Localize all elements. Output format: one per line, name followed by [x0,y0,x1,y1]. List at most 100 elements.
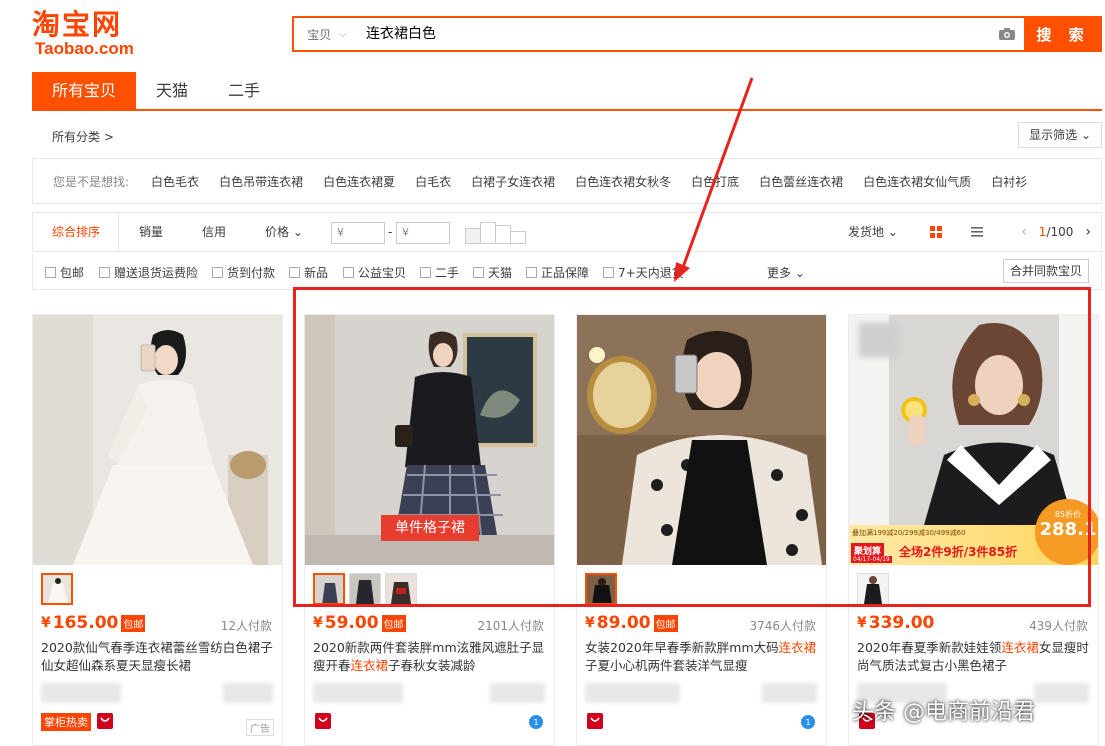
product-thumbnail[interactable] [41,573,73,605]
free-shipping-badge: 包邮 [121,614,146,632]
blurred-location [490,683,545,703]
logo-english: Taobao.com [35,39,134,58]
tab-tmall[interactable]: 天猫 [136,72,208,110]
page-indicator: 1/100 [1038,225,1074,239]
search-button[interactable]: 搜 索 [1024,17,1102,51]
checkbox-cash-on-delivery[interactable]: 货到付款 [212,264,275,281]
search-input[interactable]: 连衣裙白色 [360,18,990,50]
suggestion-item[interactable]: 白毛衣 [415,173,451,190]
product-title[interactable]: 2020年春夏季新款娃娃领连衣裙女显瘦时尚气质法式复古小黑色裙子 [857,639,1089,675]
sort-credit[interactable]: 信用 [202,213,226,251]
product-image[interactable]: 单件格子裙 [305,315,554,565]
product-title[interactable]: 2020款仙气春季连衣裙蕾丝雪纺白色裙子仙女超仙森系夏天显瘦长裙 [41,639,273,675]
pager: ‹ 1/100 › [1021,213,1091,251]
wangwang-chat-icon[interactable]: 1 [529,715,543,729]
filter-checkboxes: 包邮 赠送退货运费险 货到付款 新品 公益宝贝 二手 天猫 正品保障 7+天内退… [32,254,1102,290]
product-card[interactable]: 叠加满199减20/299减30/499减60 聚划算 04/17-04/19 … [848,314,1099,746]
payment-count: 2101人付款 [477,619,544,633]
sort-price[interactable]: 价格 ⌄ [265,213,303,251]
payment-count: 12人付款 [220,619,272,633]
payment-count: 3746人付款 [749,619,816,633]
checkbox-second-hand[interactable]: 二手 [420,264,459,281]
suggestion-item[interactable]: 白色蕾丝连衣裙 [759,173,843,190]
watermark: 头条 @电商前沿君 [852,700,1035,725]
shop-badge-icon [97,713,113,729]
blurred-location [1034,683,1089,703]
suggestion-item[interactable]: 白裙子女连衣裙 [471,173,555,190]
tab-second-hand[interactable]: 二手 [208,72,280,110]
sort-default[interactable]: 综合排序 [33,213,119,251]
product-card[interactable]: ¥165.00 包邮 12人付款 2020款仙气春季连衣裙蕾丝雪纺白色裙子仙女超仙… [32,314,283,746]
list-view-icon[interactable] [970,225,984,239]
product-card[interactable]: ¥89.00 包邮 3746人付款 女装2020年早春季新款胖mm大码连衣裙子夏小… [576,314,827,746]
chevron-down-icon: ⌵ [339,28,347,40]
blurred-location [223,683,273,703]
product-price: ¥59.00 包邮 [313,613,406,633]
product-thumbnail[interactable] [349,573,381,605]
product-thumbnail[interactable] [857,573,889,605]
checkbox-free-shipping[interactable]: 包邮 [45,264,84,281]
product-price: ¥89.00 包邮 [585,613,678,633]
checkbox-return-insurance[interactable]: 赠送退货运费险 [99,264,198,281]
merge-same-items-button[interactable]: 合并同款宝贝 [1002,259,1089,283]
suggestion-item[interactable]: 白色连衣裙女秋冬 [575,173,671,190]
discount-price-badge: 85折价 288.1 [1035,499,1098,565]
checkbox-tmall[interactable]: 天猫 [473,264,512,281]
show-filter-button[interactable]: 显示筛选 ⌄ [1018,122,1102,148]
suggestion-item[interactable]: 白色连衣裙夏 [323,173,395,190]
checkbox-7day-return[interactable]: 7+天内退货 [603,264,684,281]
product-title[interactable]: 2020新款两件套装胖mm泫雅风遮肚子显瘦开春连衣裙子春秋女装减龄 [313,639,545,675]
product-price: ¥165.00 包邮 [41,613,146,633]
product-image[interactable] [33,315,282,565]
tabs-divider [32,109,1102,111]
product-card[interactable]: 单件格子裙 ¥59.00 包邮 2101人付款 2020新款两件套装胖mm泫雅风遮… [304,314,555,746]
shop-badge-icon [587,713,603,729]
blurred-shop-name [585,683,680,703]
checkbox-charity[interactable]: 公益宝贝 [343,264,406,281]
more-filters-button[interactable]: 更多 ⌄ [767,264,805,281]
search-category-label: 宝贝 [307,27,332,42]
ad-label: 广告 [246,719,274,736]
search-bar: 宝贝 ⌵ 连衣裙白色 搜 索 [292,16,1102,52]
taobao-logo[interactable]: 淘宝网 Taobao.com [32,10,142,60]
sort-bar: 综合排序 销量 信用 价格 ⌄ ¥ - ¥ 发货地 ⌄ ‹ 1/100 › [32,212,1102,252]
product-price: ¥339.00 [857,613,935,633]
free-shipping-badge: 包邮 [653,614,678,632]
checkbox-new[interactable]: 新品 [289,264,328,281]
sort-sales[interactable]: 销量 [139,213,163,251]
shop-badge-icon [315,713,331,729]
suggestion-item[interactable]: 白衬衫 [991,173,1027,190]
price-max-input[interactable]: ¥ [396,222,450,244]
product-image[interactable] [577,315,826,565]
suggestion-row: 您是不是想找: 白色毛衣 白色吊带连衣裙 白色连衣裙夏 白毛衣 白裙子女连衣裙 … [32,158,1102,204]
product-thumbnail[interactable] [313,573,345,605]
blurred-shop-name [313,683,403,703]
wangwang-chat-icon[interactable]: 1 [801,715,815,729]
search-tabs: 所有宝贝 天猫 二手 [32,72,280,110]
suggestion-item[interactable]: 白色吊带连衣裙 [219,173,303,190]
tab-all-items[interactable]: 所有宝贝 [32,72,137,110]
shop-hot-tag: 掌柜热卖 [41,713,91,731]
payment-count: 439人付款 [1029,619,1088,633]
suggestion-item[interactable]: 白色毛衣 [151,173,199,190]
grid-view-icon[interactable] [929,225,943,239]
search-category-select[interactable]: 宝贝 ⌵ [294,18,360,50]
checkbox-genuine[interactable]: 正品保障 [526,264,589,281]
product-image[interactable]: 叠加满199减20/299减30/499减60 聚划算 04/17-04/19 … [849,315,1098,565]
all-categories-link[interactable]: 所有分类 > [52,128,114,145]
next-page-icon[interactable]: › [1085,224,1091,240]
svg-text:1: 1 [533,718,538,727]
price-distribution-icon[interactable] [465,222,527,244]
suggestion-item[interactable]: 白色连衣裙女仙气质 [863,173,971,190]
product-title[interactable]: 女装2020年早春季新款胖mm大码连衣裙子夏小心机两件套装洋气显瘦 [585,639,817,675]
blurred-location [762,683,817,703]
product-thumbnail[interactable] [385,573,417,605]
suggestion-item[interactable]: 白色打底 [691,173,739,190]
product-thumbnail[interactable] [585,573,617,605]
blurred-shop-name [41,683,121,703]
price-min-input[interactable]: ¥ [331,222,385,244]
ship-from-select[interactable]: 发货地 ⌄ [848,213,898,251]
camera-icon[interactable] [990,18,1024,50]
prev-page-icon[interactable]: ‹ [1021,224,1027,240]
price-range-dash: - [388,225,393,239]
